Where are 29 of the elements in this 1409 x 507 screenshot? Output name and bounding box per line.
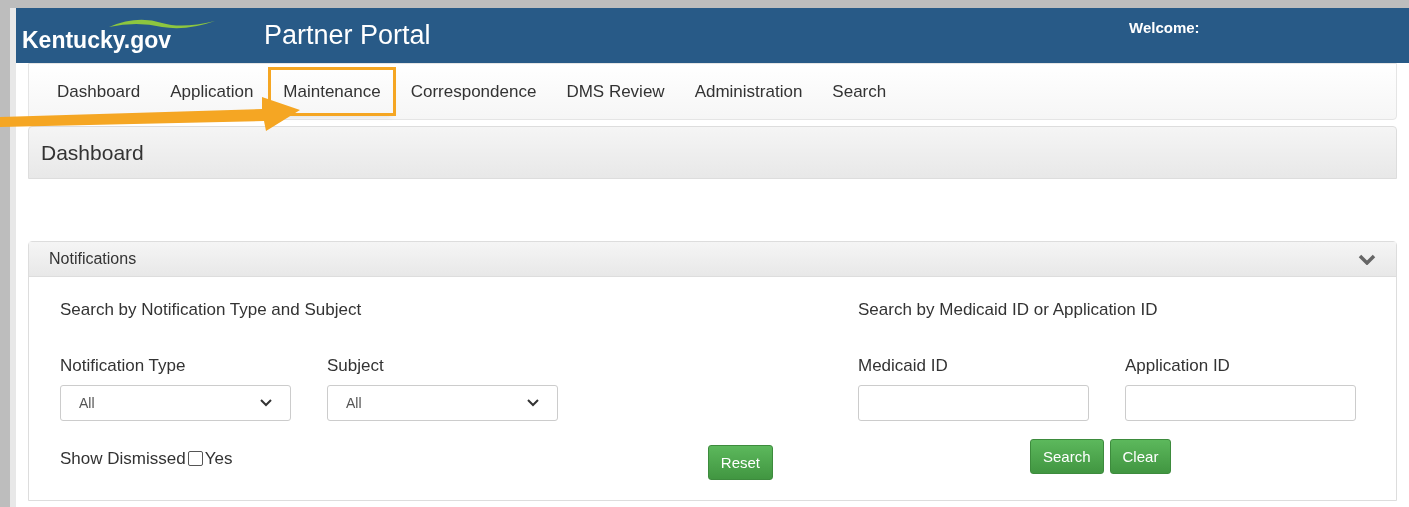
panel-header[interactable]: Notifications xyxy=(29,242,1396,277)
section-heading: Search by Notification Type and Subject xyxy=(60,299,363,321)
checkbox-label: Yes xyxy=(204,447,233,470)
field-label: Application ID xyxy=(1125,354,1231,377)
nav-link[interactable]: Administration xyxy=(682,69,815,114)
nav-link[interactable]: Correspondence xyxy=(398,69,549,114)
nav-link[interactable]: Application xyxy=(158,69,266,114)
nav-link[interactable]: DMS Review xyxy=(554,69,677,114)
panel-title: Notifications xyxy=(49,249,137,269)
welcome-text: Welcome: xyxy=(1129,18,1200,38)
nav-link[interactable]: Search xyxy=(820,69,899,114)
select-field[interactable]: All xyxy=(327,385,558,421)
field-label: Subject xyxy=(327,354,385,377)
input-field[interactable] xyxy=(858,385,1089,421)
caret-icon xyxy=(527,399,539,407)
field-label: Notification Type xyxy=(60,354,187,377)
logo-text[interactable]: Kentucky.gov xyxy=(22,28,172,52)
select-field[interactable]: All xyxy=(60,385,291,421)
section-heading: Search by Medicaid ID or Application ID xyxy=(858,299,1159,321)
checkbox[interactable] xyxy=(187,451,203,466)
portal-title: Partner Portal xyxy=(264,19,431,53)
field-label: Medicaid ID xyxy=(858,354,949,377)
nav-link[interactable]: Maintenance xyxy=(271,69,393,114)
caret-icon xyxy=(260,399,272,407)
chevron-icon[interactable] xyxy=(1358,253,1376,265)
nav-link[interactable]: Dashboard xyxy=(45,69,153,114)
show-dismissed-label: Show Dismissed xyxy=(60,447,186,470)
input-field[interactable] xyxy=(1125,385,1356,421)
page-title: Dashboard xyxy=(41,139,144,166)
